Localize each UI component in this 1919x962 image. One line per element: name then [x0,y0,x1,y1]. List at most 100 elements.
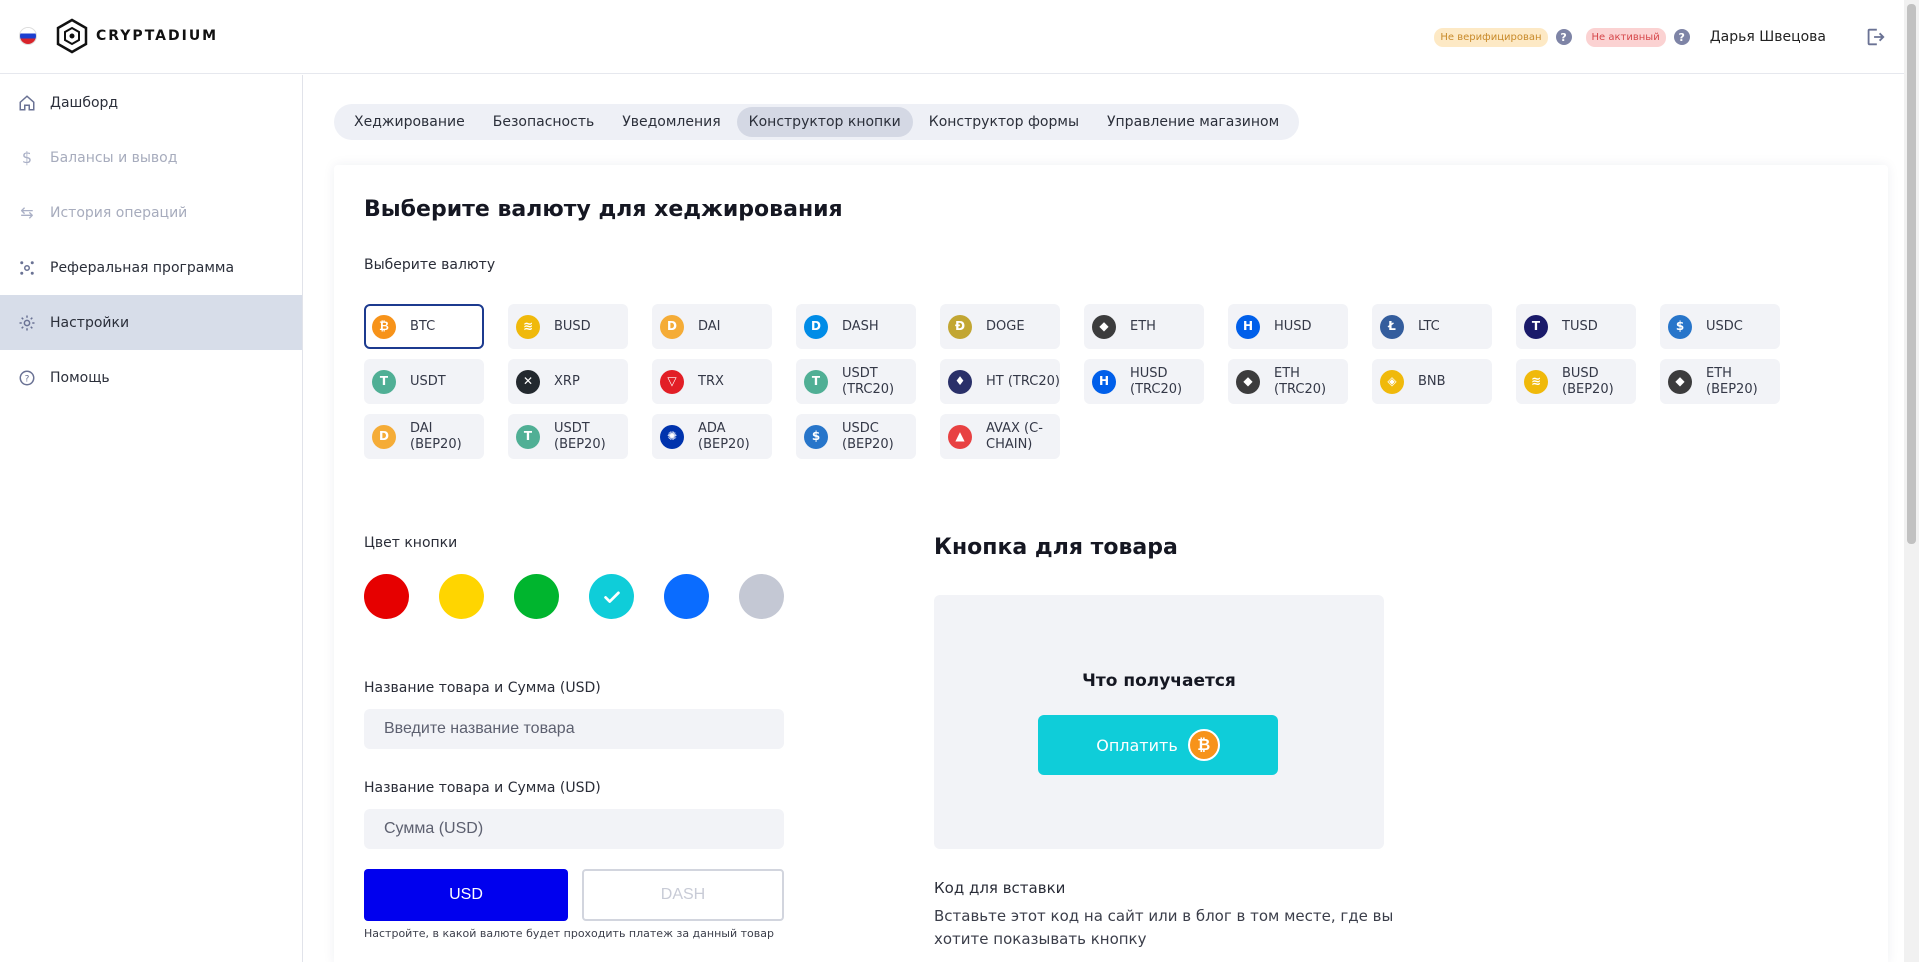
coin-icon: ▽ [660,369,684,394]
tab-form-builder[interactable]: Конструктор формы [917,107,1091,137]
currency-option[interactable]: ◆ ETH [1084,304,1204,349]
logout-icon[interactable] [1864,26,1886,48]
currency-option[interactable]: ▲ AVAX (C-CHAIN) [940,414,1060,459]
currency-option[interactable]: T USDT [364,359,484,404]
sidebar-item-dashboard[interactable]: Дашборд [0,75,302,130]
currency-option[interactable]: $ USDC [1660,304,1780,349]
currency-label: USDC (BEP20) [842,420,894,452]
currency-usd-button[interactable]: USD [364,869,568,921]
tab-notifications[interactable]: Уведомления [610,107,732,137]
currency-label: AVAX (C-CHAIN) [986,420,1043,452]
currency-label: ETH (TRC20) [1274,365,1327,397]
logo-text: CRYPTADIUM [96,28,219,44]
coin-icon: Ł [1380,314,1404,339]
currency-option[interactable]: ♦ HT (TRC20) [940,359,1060,404]
tab-button-builder[interactable]: Конструктор кнопки [736,107,913,137]
currency-label: BUSD [554,318,591,334]
coin-icon: ✕ [516,369,540,394]
currency-label: Выберите валюту [364,257,496,273]
color-swatch[interactable] [514,574,559,619]
sidebar-item-help[interactable]: ? Помощь [0,350,302,405]
status-badge-unverified: Не верифицирован [1434,27,1548,47]
sidebar-item-settings[interactable]: Настройки [0,295,302,350]
currency-option[interactable]: T USDT (BEP20) [508,414,628,459]
currency-label: ADA (BEP20) [698,420,750,452]
coin-icon: D [660,314,684,339]
tab-hedging[interactable]: Хеджирование [342,107,477,137]
logo-icon [56,18,88,54]
currency-option[interactable]: D DASH [796,304,916,349]
check-icon [603,591,620,603]
currency-label: HUSD [1274,318,1312,334]
currency-label: TRX [698,373,724,389]
amount-input[interactable] [364,809,784,849]
currency-option[interactable]: $ USDC (BEP20) [796,414,916,459]
svg-text:?: ? [25,374,30,384]
currency-label: BTC [410,318,436,334]
preview-title: Кнопка для товара [934,535,1178,560]
user-name[interactable]: Дарья Швецова [1710,29,1826,45]
currency-option[interactable]: H HUSD [1228,304,1348,349]
help-icon[interactable]: ? [1673,29,1690,45]
product-name-input[interactable] [364,709,784,749]
coin-icon: H [1236,314,1260,339]
color-swatch[interactable] [589,574,634,619]
currency-option[interactable]: ≋ BUSD (BEP20) [1516,359,1636,404]
currency-option[interactable]: T TUSD [1516,304,1636,349]
color-swatch[interactable] [739,574,784,619]
sidebar-item-label: Помощь [50,369,110,386]
currency-label: XRP [554,373,580,389]
page-scrollbar[interactable] [1904,0,1919,962]
coin-icon: Ð [948,314,972,339]
coin-icon: T [804,369,828,394]
button-color-label: Цвет кнопки [364,535,458,551]
color-swatch[interactable] [439,574,484,619]
currency-option[interactable]: ₿ BTC [364,304,484,349]
logo[interactable]: CRYPTADIUM [56,18,218,54]
currency-label: USDT (BEP20) [554,420,606,452]
help-icon[interactable]: ? [1555,29,1572,45]
currency-option[interactable]: D DAI (BEP20) [364,414,484,459]
currency-option[interactable]: ≋ BUSD [508,304,628,349]
sidebar-item-referral[interactable]: Реферальная программа [0,240,302,295]
sidebar-item-history[interactable]: ⇆ История операций [0,185,302,240]
arrows-icon: ⇆ [20,203,34,222]
pay-button-label: Оплатить [1096,735,1178,755]
sidebar-item-label: Реферальная программа [50,259,235,276]
coin-icon: ≋ [1524,369,1548,394]
color-swatch[interactable] [364,574,409,619]
currency-option[interactable]: H HUSD (TRC20) [1084,359,1204,404]
currency-option[interactable]: T USDT (TRC20) [796,359,916,404]
status-badge-inactive: Не активный [1585,27,1666,47]
currency-label: BUSD (BEP20) [1562,365,1614,397]
currency-label: USDT (TRC20) [842,365,895,397]
currency-option[interactable]: ✺ ADA (BEP20) [652,414,772,459]
amount-label: Название товара и Сумма (USD) [364,780,601,796]
currency-option[interactable]: ▽ TRX [652,359,772,404]
currency-dash-button[interactable]: DASH [582,869,784,921]
coin-icon: $ [804,424,828,449]
currency-option[interactable]: D DAI [652,304,772,349]
currency-option[interactable]: Ł LTC [1372,304,1492,349]
tab-security[interactable]: Безопасность [481,107,606,137]
color-swatch[interactable] [664,574,709,619]
currency-option[interactable]: Ð DOGE [940,304,1060,349]
tab-shop-management[interactable]: Управление магазином [1095,107,1291,137]
currency-label: HT (TRC20) [986,373,1060,389]
sidebar-item-balances[interactable]: $ Балансы и вывод [0,130,302,185]
coin-icon: ♦ [948,369,972,394]
currency-label: HUSD (TRC20) [1130,365,1183,397]
flag-ru-icon[interactable] [20,28,36,44]
scrollbar-thumb[interactable] [1907,4,1916,544]
currency-label: USDC [1706,318,1743,334]
currency-option[interactable]: ◈ BNB [1372,359,1492,404]
currency-label: TUSD [1562,318,1598,334]
coin-icon: $ [1668,314,1692,339]
currency-label: ETH [1130,318,1156,334]
currency-option[interactable]: ✕ XRP [508,359,628,404]
currency-option[interactable]: ◆ ETH (BEP20) [1660,359,1780,404]
currency-option[interactable]: ◆ ETH (TRC20) [1228,359,1348,404]
coin-icon: ₿ [372,314,396,339]
pay-button-preview[interactable]: Оплатить ₿ [1038,715,1278,775]
main-panel: Выберите валюту для хеджирования Выберит… [334,165,1888,962]
